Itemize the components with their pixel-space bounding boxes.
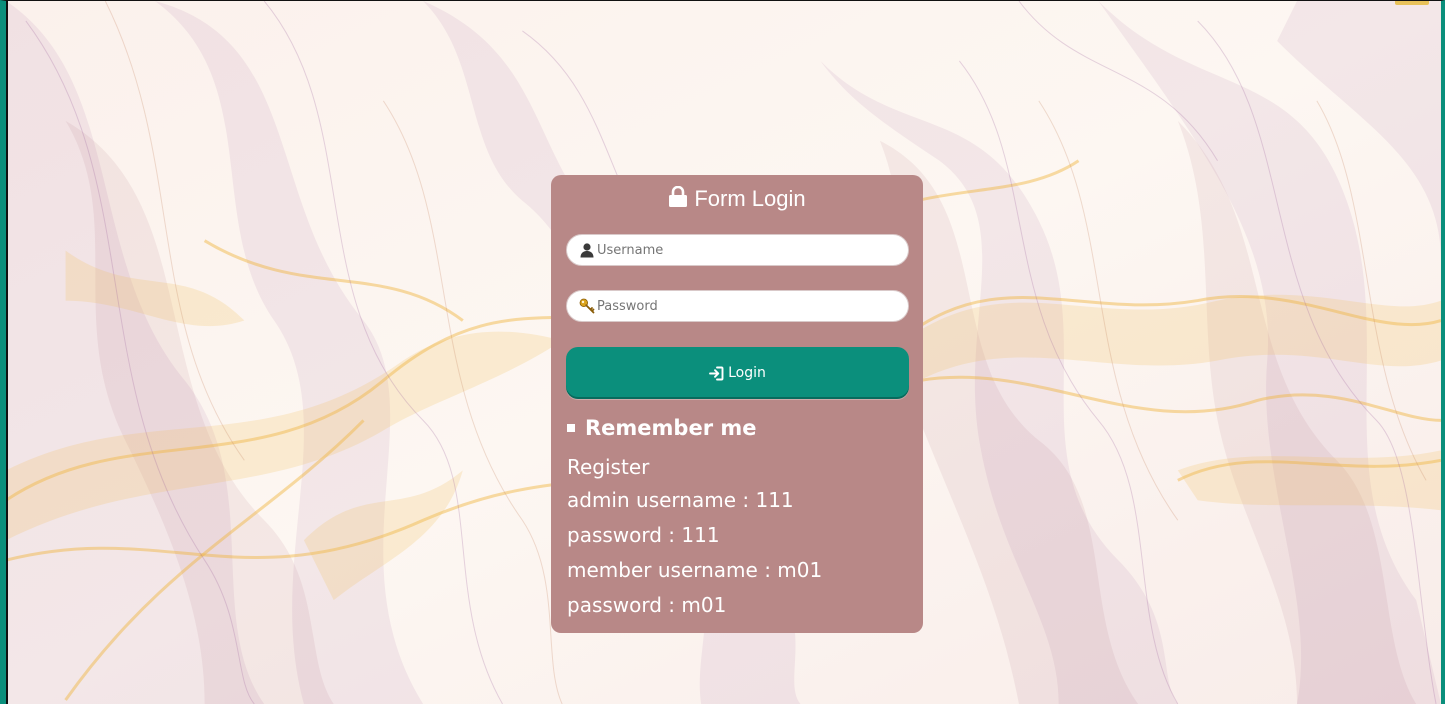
register-link[interactable]: Register	[567, 455, 649, 479]
login-button-label: Login	[728, 365, 766, 381]
key-icon	[579, 298, 595, 314]
password-field[interactable]	[566, 290, 909, 322]
username-input[interactable]	[595, 237, 897, 263]
form-title: Form Login	[551, 185, 923, 215]
password-input[interactable]	[595, 293, 897, 319]
member-username-info: member username : m01	[567, 558, 823, 582]
admin-username-info: admin username : 111	[567, 488, 794, 512]
user-icon	[579, 242, 595, 258]
corner-decoration	[1395, 1, 1429, 5]
member-password-info: password : m01	[567, 593, 727, 617]
page-frame: Form Login Username Login Remember me Re…	[0, 0, 1445, 704]
admin-password-info: password : 111	[567, 523, 720, 547]
remember-me-checkbox[interactable]: Remember me	[567, 415, 757, 441]
square-bullet-icon	[567, 424, 575, 432]
username-field[interactable]	[566, 234, 909, 266]
remember-me-label: Remember me	[585, 416, 757, 440]
form-title-text: Form Login	[694, 186, 806, 211]
login-form: Form Login Username Login Remember me Re…	[551, 175, 923, 633]
sign-in-icon	[709, 366, 724, 381]
login-button[interactable]: Login	[566, 347, 909, 399]
lock-icon	[668, 185, 688, 215]
